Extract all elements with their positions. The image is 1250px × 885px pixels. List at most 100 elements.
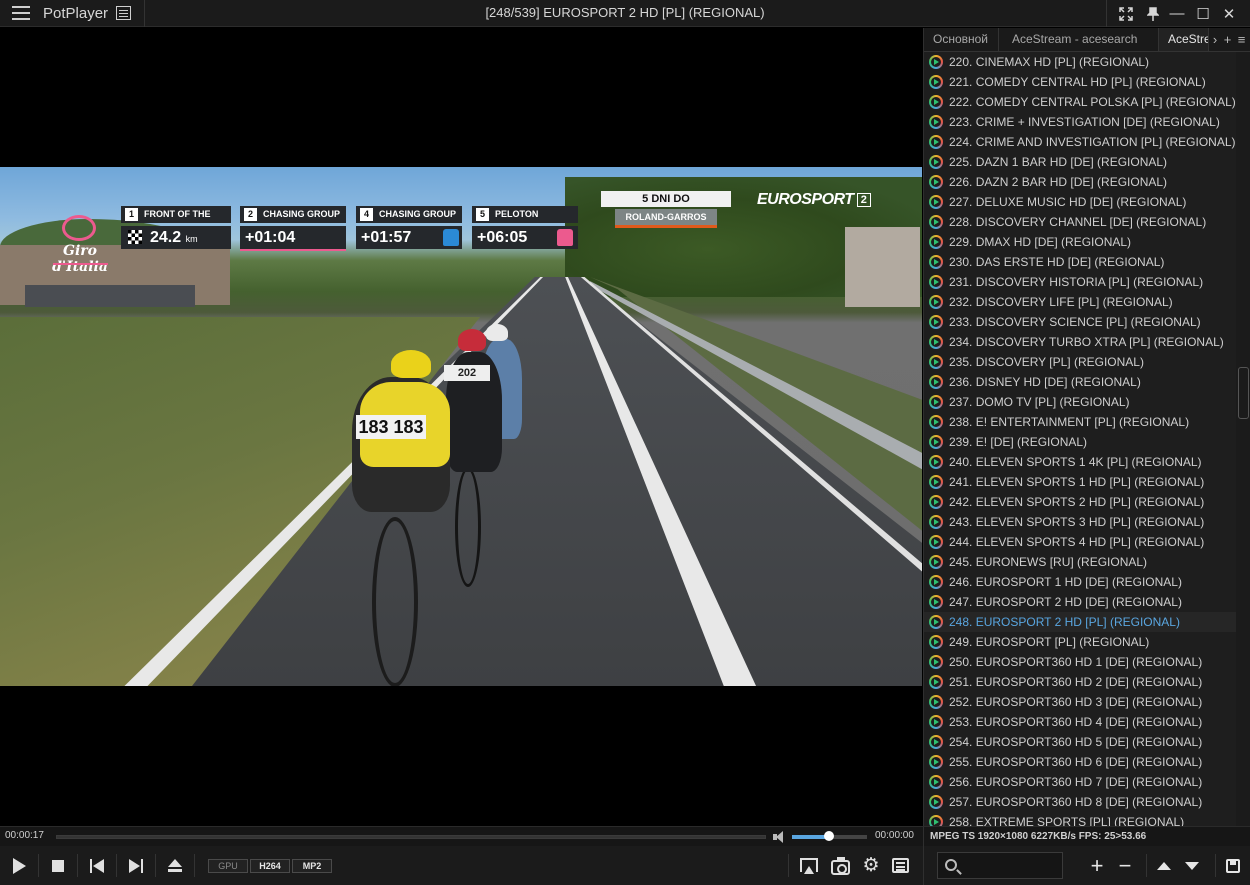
acestream-play-icon	[929, 135, 943, 149]
gpu-badge[interactable]: GPU	[208, 859, 248, 873]
app-name[interactable]: PotPlayer	[43, 5, 108, 22]
playlist-list[interactable]: 220. CINEMAX HD [PL] (REGIONAL) 221. COME…	[924, 52, 1236, 826]
camera-icon[interactable]	[831, 857, 850, 875]
playlist-item[interactable]: 234. DISCOVERY TURBO XTRA [PL] (REGIONAL…	[924, 332, 1236, 352]
playlist-item[interactable]: 232. DISCOVERY LIFE [PL] (REGIONAL)	[924, 292, 1236, 312]
playlist-item[interactable]: 242. ELEVEN SPORTS 2 HD [PL] (REGIONAL)	[924, 492, 1236, 512]
group-position: 1	[125, 208, 138, 221]
playlist-item[interactable]: 224. CRIME AND INVESTIGATION [PL] (REGIO…	[924, 132, 1236, 152]
playlist-item[interactable]: 237. DOMO TV [PL] (REGIONAL)	[924, 392, 1236, 412]
playlist-item-label: 221. COMEDY CENTRAL HD [PL] (REGIONAL)	[949, 75, 1206, 89]
promo-line-1: 5 DNI DO	[601, 191, 731, 207]
playlist-item[interactable]: 222. COMEDY CENTRAL POLSKA [PL] (REGIONA…	[924, 92, 1236, 112]
playlist-item[interactable]: 241. ELEVEN SPORTS 1 HD [PL] (REGIONAL)	[924, 472, 1236, 492]
volume-slider[interactable]	[792, 831, 867, 841]
playlist-scrollbar[interactable]	[1236, 52, 1250, 826]
playlist-item-label: 244. ELEVEN SPORTS 4 HD [PL] (REGIONAL)	[949, 535, 1205, 549]
playlist-item[interactable]: 253. EUROSPORT360 HD 4 [DE] (REGIONAL)	[924, 712, 1236, 732]
maximize-icon[interactable]: ☐	[1190, 0, 1216, 27]
playlist-item[interactable]: 243. ELEVEN SPORTS 3 HD [PL] (REGIONAL)	[924, 512, 1236, 532]
cast-icon[interactable]	[800, 858, 818, 874]
playlist-item[interactable]: 230. DAS ERSTE HD [DE] (REGIONAL)	[924, 252, 1236, 272]
playlist-item[interactable]: 246. EUROSPORT 1 HD [DE] (REGIONAL)	[924, 572, 1236, 592]
playlist-item-label: 232. DISCOVERY LIFE [PL] (REGIONAL)	[949, 295, 1173, 309]
playlist-icon[interactable]	[892, 858, 909, 873]
playlist-item[interactable]: 227. DELUXE MUSIC HD [DE] (REGIONAL)	[924, 192, 1236, 212]
video-codec-badge[interactable]: H264	[250, 859, 290, 873]
playlist-item[interactable]: 256. EUROSPORT360 HD 7 [DE] (REGIONAL)	[924, 772, 1236, 792]
playlist-scrollbar-thumb[interactable]	[1238, 367, 1249, 419]
move-down-button[interactable]	[1178, 846, 1206, 885]
race-group-3: 4 CHASING GROUP +01:57	[356, 206, 462, 249]
playlist-item[interactable]: 254. EUROSPORT360 HD 5 [DE] (REGIONAL)	[924, 732, 1236, 752]
tab-main[interactable]: Основной	[924, 28, 999, 51]
playlist-item[interactable]: 252. EUROSPORT360 HD 3 [DE] (REGIONAL)	[924, 692, 1236, 712]
control-separator	[1215, 854, 1216, 877]
playlist-item[interactable]: 228. DISCOVERY CHANNEL [DE] (REGIONAL)	[924, 212, 1236, 232]
fullscreen-icon[interactable]	[1113, 0, 1139, 27]
playlist-item[interactable]: 247. EUROSPORT 2 HD [DE] (REGIONAL)	[924, 592, 1236, 612]
pin-icon[interactable]	[1140, 0, 1166, 27]
playlist-item[interactable]: 220. CINEMAX HD [PL] (REGIONAL)	[924, 52, 1236, 72]
acestream-play-icon	[929, 295, 943, 309]
volume-knob[interactable]	[823, 831, 834, 841]
giro-logo-mark	[62, 215, 96, 241]
previous-button[interactable]	[78, 846, 116, 885]
playlist-item[interactable]: 239. E! [DE] (REGIONAL)	[924, 432, 1236, 452]
group-position: 5	[476, 208, 489, 221]
playlist-item[interactable]: 233. DISCOVERY SCIENCE [PL] (REGIONAL)	[924, 312, 1236, 332]
playlist-item[interactable]: 221. COMEDY CENTRAL HD [PL] (REGIONAL)	[924, 72, 1236, 92]
acestream-play-icon	[929, 255, 943, 269]
group-gap: +06:05	[477, 229, 528, 246]
playlist-item[interactable]: 235. DISCOVERY [PL] (REGIONAL)	[924, 352, 1236, 372]
next-button[interactable]	[117, 846, 155, 885]
menu-icon[interactable]	[12, 6, 30, 21]
search-input[interactable]	[964, 857, 1059, 875]
close-icon[interactable]: ✕	[1216, 0, 1242, 27]
remove-item-button[interactable]: −	[1111, 846, 1139, 885]
playlist-search[interactable]	[937, 852, 1063, 879]
tab-acestream-acesearch[interactable]: AceStream - acesearch	[999, 28, 1159, 51]
promo-accent	[615, 225, 717, 228]
gear-icon[interactable]: ⚙	[861, 856, 881, 876]
video-area[interactable]: 202 183 183 Giro d'Italia 1 FRONT OF THE …	[0, 28, 922, 826]
acestream-play-icon	[929, 395, 943, 409]
move-up-button[interactable]	[1150, 846, 1178, 885]
playlist-item-label: 235. DISCOVERY [PL] (REGIONAL)	[949, 355, 1144, 369]
playlist-item[interactable]: 223. CRIME + INVESTIGATION [DE] (REGIONA…	[924, 112, 1236, 132]
playlist-item[interactable]: 240. ELEVEN SPORTS 1 4K [PL] (REGIONAL)	[924, 452, 1236, 472]
race-group-4: 5 PELOTON +06:05	[472, 206, 578, 249]
save-playlist-button[interactable]	[1219, 846, 1247, 885]
playlist-item[interactable]: 250. EUROSPORT360 HD 1 [DE] (REGIONAL)	[924, 652, 1236, 672]
add-item-button[interactable]: +	[1083, 846, 1111, 885]
playlist-item[interactable]: 231. DISCOVERY HISTORIA [PL] (REGIONAL)	[924, 272, 1236, 292]
playlist-item[interactable]: 255. EUROSPORT360 HD 6 [DE] (REGIONAL)	[924, 752, 1236, 772]
stop-button[interactable]	[39, 846, 77, 885]
playlist-item[interactable]: 245. EURONEWS [RU] (REGIONAL)	[924, 552, 1236, 572]
playlist-item[interactable]: 225. DAZN 1 BAR HD [DE] (REGIONAL)	[924, 152, 1236, 172]
playlist-toggle-icon[interactable]	[116, 6, 131, 20]
open-button[interactable]	[156, 846, 194, 885]
playlist-item-label: 255. EUROSPORT360 HD 6 [DE] (REGIONAL)	[949, 755, 1203, 769]
playlist-item[interactable]: 251. EUROSPORT360 HD 2 [DE] (REGIONAL)	[924, 672, 1236, 692]
playlist-item[interactable]: 238. E! ENTERTAINMENT [PL] (REGIONAL)	[924, 412, 1236, 432]
playlist-item[interactable]: 226. DAZN 2 BAR HD [DE] (REGIONAL)	[924, 172, 1236, 192]
playlist-item-selected[interactable]: 248. EUROSPORT 2 HD [PL] (REGIONAL)	[924, 612, 1236, 632]
playlist-item[interactable]: 244. ELEVEN SPORTS 4 HD [PL] (REGIONAL)	[924, 532, 1236, 552]
acestream-play-icon	[929, 715, 943, 729]
audio-codec-badge[interactable]: MP2	[292, 859, 332, 873]
seek-track[interactable]	[56, 835, 766, 839]
playlist-item[interactable]: 229. DMAX HD [DE] (REGIONAL)	[924, 232, 1236, 252]
tab-add-icon[interactable]: +	[1221, 28, 1234, 51]
scenery-roof	[25, 285, 195, 307]
tab-scroll-right-icon[interactable]: ›	[1209, 28, 1221, 51]
playlist-item[interactable]: 257. EUROSPORT360 HD 8 [DE] (REGIONAL)	[924, 792, 1236, 812]
tab-acestream-active[interactable]: AceStre	[1159, 28, 1209, 51]
minimize-icon[interactable]: —	[1164, 0, 1190, 27]
tab-menu-icon[interactable]: ≡	[1234, 28, 1249, 51]
playlist-item[interactable]: 258. EXTREME SPORTS [PL] (REGIONAL)	[924, 812, 1236, 826]
play-button[interactable]	[0, 846, 38, 885]
playlist-item[interactable]: 249. EUROSPORT [PL] (REGIONAL)	[924, 632, 1236, 652]
playlist-item[interactable]: 236. DISNEY HD [DE] (REGIONAL)	[924, 372, 1236, 392]
volume-icon[interactable]	[773, 831, 787, 843]
